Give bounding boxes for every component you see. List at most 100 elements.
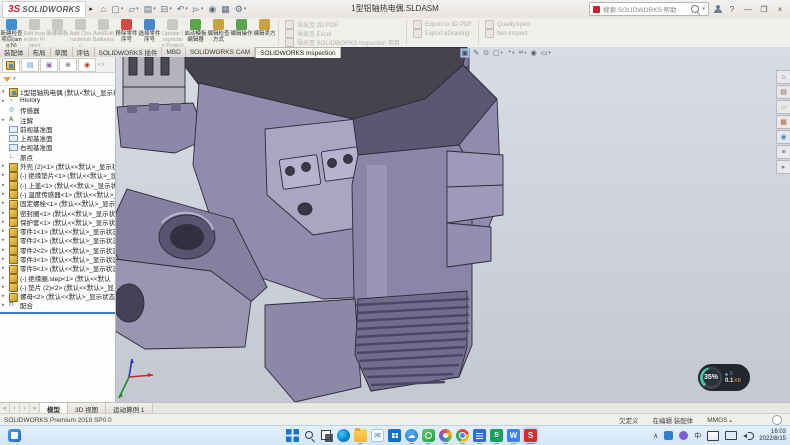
menu-flyout-icon[interactable]: ▸ xyxy=(89,5,93,13)
export-menu-item[interactable]: 导出至 SOLIDWORKS Inspection 项目 xyxy=(285,38,400,47)
taskbar-task-view-icon[interactable] xyxy=(318,427,335,444)
featuremanager-tree-tab[interactable] xyxy=(2,58,20,72)
edit-operations-button[interactable]: 编辑操作 xyxy=(230,18,253,47)
dropdown-arrow-icon[interactable]: ▾ xyxy=(548,50,550,56)
file-explorer-icon[interactable]: ▱ xyxy=(776,100,790,114)
taskbar-corner-app[interactable] xyxy=(8,429,21,442)
expand-arrow-icon[interactable]: ▸ xyxy=(2,191,9,197)
tree-root-item[interactable]: ▾ 1型铝轴热电偶 (默认<默认_显示状态-1 xyxy=(0,87,115,96)
update-inspection-project-button[interactable]: Update Inspection Project xyxy=(161,18,184,47)
remove-balloons-button[interactable]: 移除零件序号 xyxy=(115,18,138,47)
units-selector[interactable]: MMGS▴ xyxy=(707,417,732,424)
dropdown-arrow-icon[interactable]: ▾ xyxy=(524,50,526,56)
zoom-to-area-icon[interactable]: ⊕ xyxy=(440,49,448,57)
tab-assembly[interactable]: 装配体 xyxy=(0,47,29,57)
taskbar-app-chrome[interactable] xyxy=(454,427,471,444)
taskbar-app-cloud[interactable] xyxy=(403,427,420,444)
dropdown-arrow-icon[interactable]: ▾ xyxy=(153,6,156,12)
tree-item[interactable]: ▸ 固定螺栓<1> (默认<<默认>_显示状 xyxy=(0,199,115,208)
taskbar-app-file-explorer[interactable] xyxy=(352,427,369,444)
export-menu-item[interactable]: 导出至 Excel xyxy=(285,29,400,38)
expand-arrow-icon[interactable]: ▸ xyxy=(2,302,9,308)
new-template-button[interactable]: 新建模板 xyxy=(46,18,69,47)
tab-mbd[interactable]: MBD xyxy=(162,47,185,57)
tree-item[interactable]: ▸ 密封圈<1> (默认<<默认>_显示状 xyxy=(0,208,115,217)
expand-arrow-icon[interactable]: ▸ xyxy=(2,228,9,234)
view-palette-icon[interactable]: ▦ xyxy=(776,115,790,129)
dropdown-arrow-icon[interactable]: ▾ xyxy=(185,6,188,12)
tree-item[interactable]: ▸ (-) 温度传感器<1> (默认<<默认>_ xyxy=(0,189,115,198)
new-file-icon[interactable]: ▢ ▾ xyxy=(109,2,125,16)
tree-item[interactable]: ▸ (-) 绝缘垫片<1> (默认<<默认>_显示 xyxy=(0,171,115,180)
taskbar-clock[interactable]: 16:03 2022/8/15 xyxy=(759,429,786,443)
ime-language-indicator[interactable]: 中 xyxy=(694,431,701,441)
tree-item[interactable]: ▸ 外壳 (2)<1> (默认<<默认>_显示状 xyxy=(0,161,115,170)
expand-arrow-icon[interactable]: ▸ xyxy=(2,163,9,169)
tree-item[interactable]: ▸ 零件3<1> (默认<<默认>_显示状态 xyxy=(0,254,115,263)
tree-item[interactable]: ▸ 注解 xyxy=(0,115,115,124)
tree-filter-bar[interactable]: ▾ xyxy=(0,73,115,86)
taskbar-app-mail[interactable] xyxy=(369,427,386,444)
expand-arrow-icon[interactable]: ▸ xyxy=(2,293,9,299)
propertymanager-tab[interactable]: ▤ xyxy=(21,58,39,72)
taskbar-app-browser-360[interactable] xyxy=(437,427,454,444)
dropdown-arrow-icon[interactable]: ▾ xyxy=(169,6,172,12)
tree-item[interactable]: ▸ 零件2<1> (默认<<默认>_显示状态 xyxy=(0,236,115,245)
save-icon[interactable]: ▤ ▾ xyxy=(142,2,158,16)
tab-inspection[interactable]: SOLIDWORKS Inspection xyxy=(255,47,341,58)
home-icon[interactable]: ⌂ xyxy=(99,2,108,16)
tray-chevron-icon[interactable]: ∧ xyxy=(653,432,658,440)
expand-arrow-icon[interactable]: ▸ xyxy=(2,247,9,253)
touch-keyboard-icon[interactable] xyxy=(707,431,719,441)
options-icon[interactable]: ⚙ ▾ xyxy=(233,2,249,16)
view-orientation-icon[interactable]: ▢ ▾ xyxy=(492,49,504,57)
dropdown-arrow-icon[interactable]: ▾ xyxy=(201,6,204,12)
export-menu-item[interactable]: Export eDrawing xyxy=(413,29,472,38)
search-icon[interactable] xyxy=(691,5,699,13)
export-menu-item[interactable]: Export to 3D PDF xyxy=(413,20,472,29)
sketch-visibility-icon[interactable]: ✎ xyxy=(472,49,480,57)
launch-template-editor-button[interactable]: 启动模板编辑器 xyxy=(184,18,207,47)
tab-cam[interactable]: SOLIDWORKS CAM xyxy=(186,47,255,57)
section-view-icon[interactable]: ▣ xyxy=(460,48,471,58)
new-inspection-project-button[interactable]: 新建检查项目(amp;N) xyxy=(0,18,23,47)
edit-appearance-icon[interactable]: ◉ xyxy=(530,49,538,57)
add-characteristic-button[interactable]: Add Characteristic xyxy=(69,18,92,47)
tree-item[interactable]: ▸ 保护套<1> (默认<<默认>_显示状 xyxy=(0,217,115,226)
file-properties-icon[interactable]: ▦ xyxy=(219,2,232,16)
tab-evaluate[interactable]: 评估 xyxy=(73,47,95,57)
restore-button[interactable]: ❐ xyxy=(758,5,770,14)
expand-arrow-icon[interactable]: ▸ xyxy=(2,256,9,262)
expand-arrow-icon[interactable]: ▸ xyxy=(2,210,9,216)
expand-arrow-icon[interactable]: ▸ xyxy=(2,265,9,271)
tree-item[interactable]: 上视基准面 xyxy=(0,133,115,142)
export-menu-item[interactable]: Net-Inspect xyxy=(485,29,530,38)
expand-arrow-icon[interactable]: ▸ xyxy=(2,98,9,104)
tree-item[interactable]: ▸ (-) 垫片 (2)<2> (默认<<默认>_显 xyxy=(0,282,115,291)
taskbar-app-solidworks[interactable] xyxy=(522,427,539,444)
volume-icon[interactable] xyxy=(743,431,753,440)
expand-arrow-icon[interactable]: ▸ xyxy=(2,200,9,206)
taskbar-app-wps[interactable] xyxy=(505,427,522,444)
tree-item[interactable]: 右视基准面 xyxy=(0,143,115,152)
search-input[interactable]: 搜索 SOLIDWORKS 帮助 ▾ xyxy=(589,2,709,16)
zoom-to-fit-icon[interactable]: ⊡ xyxy=(430,49,438,57)
screen-recorder-hud[interactable]: 35% 6 0.1KB xyxy=(698,364,750,391)
dropdown-arrow-icon[interactable]: ▾ xyxy=(121,6,124,12)
tree-item[interactable]: 传感器 xyxy=(0,106,115,115)
taskbar-app-reader[interactable] xyxy=(471,427,488,444)
dropdown-arrow-icon[interactable]: ▾ xyxy=(136,6,139,12)
close-button[interactable]: × xyxy=(774,5,786,14)
taskbar-app-edge[interactable] xyxy=(335,427,352,444)
appearances-scenes-icon[interactable]: ◉ xyxy=(776,130,790,144)
dropdown-arrow-icon[interactable]: ▾ xyxy=(244,6,247,12)
taskbar-app-store[interactable] xyxy=(386,427,403,444)
tree-item[interactable]: ▸ 配合 xyxy=(0,301,115,310)
taskbar-app-sheet[interactable] xyxy=(488,427,505,444)
edit-methods-button[interactable]: 编辑检查方式 xyxy=(207,18,230,47)
cast-display-icon[interactable] xyxy=(725,431,737,440)
undo-icon[interactable]: ↶ ▾ xyxy=(175,2,190,16)
previous-view-icon[interactable]: ↶ xyxy=(450,49,458,57)
tree-item[interactable]: ▸ History xyxy=(0,96,115,105)
edit-vendors-button[interactable]: 编辑卖方 xyxy=(253,18,276,47)
